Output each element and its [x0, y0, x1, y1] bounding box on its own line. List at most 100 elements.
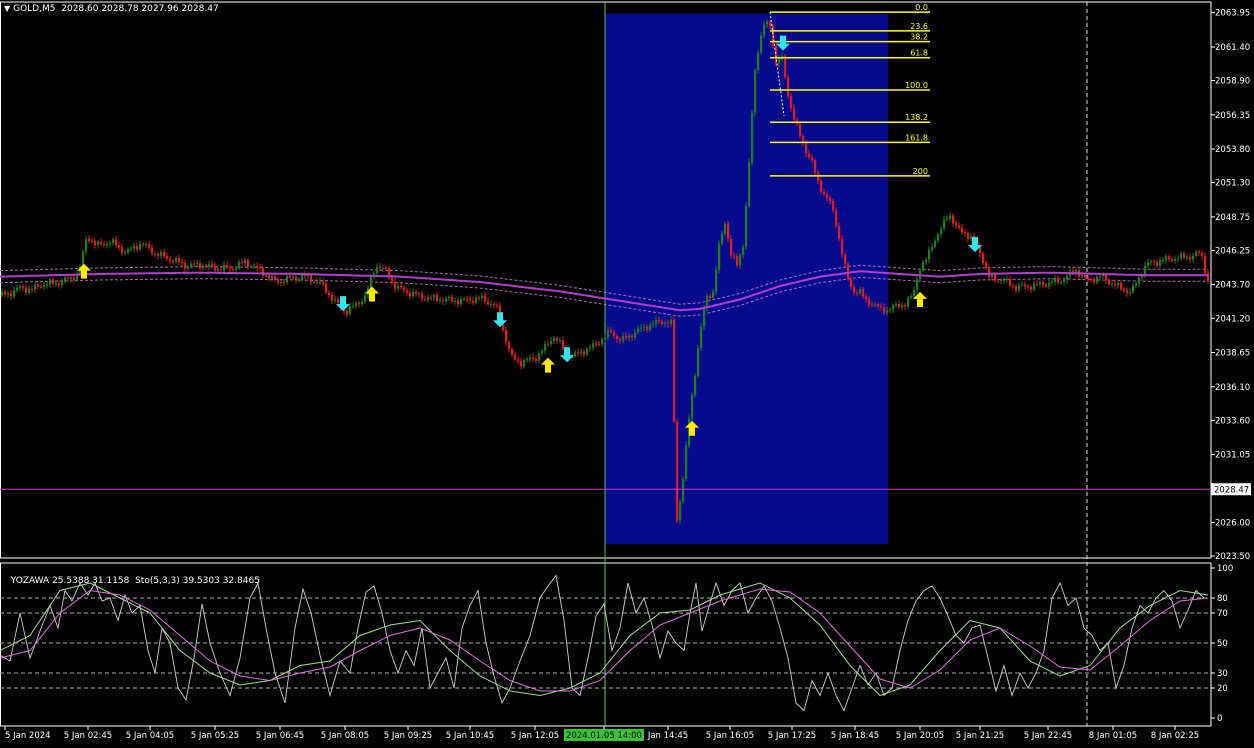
- candle-body: [865, 296, 868, 300]
- candle-body: [277, 279, 280, 283]
- candle-body: [769, 22, 772, 27]
- time-axis-label: 5 Jan 04:05: [126, 731, 174, 741]
- candle-body: [967, 233, 970, 239]
- candle-body: [787, 77, 790, 97]
- candle-body: [166, 256, 169, 259]
- candle-body: [505, 329, 508, 343]
- candle-body: [1057, 278, 1060, 283]
- candle-body: [916, 279, 919, 291]
- candle-body: [703, 308, 706, 327]
- candle-body: [346, 311, 349, 314]
- candle-body: [295, 276, 298, 280]
- candle-body: [1012, 285, 1015, 287]
- candle-body: [1009, 279, 1012, 286]
- price-axis-label: 2026.00: [1215, 518, 1250, 528]
- candle-body: [472, 300, 475, 303]
- candle-body: [1129, 292, 1132, 294]
- candle-body: [25, 287, 28, 293]
- candle-body: [1201, 252, 1204, 256]
- candle-body: [70, 277, 73, 279]
- candle-body: [634, 332, 637, 338]
- candle-body: [1195, 251, 1198, 256]
- candle-body: [133, 246, 136, 249]
- candle-body: [397, 285, 400, 289]
- candle-body: [655, 319, 658, 324]
- candle-body: [172, 260, 175, 262]
- candle-body: [793, 108, 796, 120]
- candle-body: [1045, 285, 1048, 287]
- time-axis-label: 5 Jan 02:45: [64, 731, 112, 741]
- candle-body: [55, 283, 58, 285]
- candle-body: [943, 219, 946, 229]
- time-axis-label: 5 Jan 22:45: [1024, 731, 1072, 741]
- candle-body: [1165, 256, 1168, 261]
- candle-body: [244, 260, 247, 263]
- symbol-header[interactable]: ▼ GOLD,M5 2028.60 2028.78 2027.96 2028.47: [4, 4, 219, 14]
- candle-body: [487, 301, 490, 305]
- candle-body: [4, 291, 7, 295]
- candle-body: [670, 319, 673, 324]
- candle-body: [1033, 283, 1036, 290]
- candle-body: [13, 290, 16, 297]
- candle-body: [883, 307, 886, 313]
- candle-body: [1147, 262, 1150, 266]
- trading-chart[interactable]: 0.0 23.6 38.2 61.8 100.0 138.2 161.8 200 2028.47…: [0, 0, 1254, 744]
- candle-body: [424, 298, 427, 300]
- candle-body: [562, 340, 565, 349]
- candle-body: [955, 223, 958, 226]
- candle-body: [151, 247, 154, 254]
- candle-body: [337, 299, 340, 304]
- current-price-label: 2028.47: [1214, 486, 1249, 496]
- candle-body: [841, 238, 844, 255]
- candle-body: [403, 287, 406, 291]
- candle-body: [625, 336, 628, 338]
- candle-body: [58, 283, 61, 286]
- candle-body: [154, 253, 157, 255]
- candle-body: [622, 336, 625, 341]
- candle-body: [379, 266, 382, 269]
- chart-canvas[interactable]: 0.023.638.261.8100.0138.2161.82002028.47…: [0, 0, 1254, 744]
- candle-body: [253, 266, 256, 268]
- candle-body: [442, 300, 445, 302]
- candle-body: [349, 306, 352, 314]
- candle-body: [319, 281, 322, 283]
- candle-body: [91, 240, 94, 242]
- candle-body: [205, 265, 208, 267]
- price-axis-label: 2058.90: [1215, 77, 1250, 87]
- time-axis-label: 5 Jan 21:25: [956, 731, 1004, 741]
- candle-body: [547, 343, 550, 345]
- candle-body: [1102, 274, 1105, 277]
- candle-body: [115, 239, 118, 246]
- candle-body: [526, 359, 529, 361]
- candle-body: [400, 285, 403, 288]
- candle-body: [37, 284, 40, 287]
- candle-body: [1051, 281, 1054, 283]
- candle-body: [1204, 255, 1207, 274]
- candle-body: [1126, 290, 1129, 294]
- price-axis-label: 2063.95: [1215, 9, 1250, 19]
- candle-body: [118, 245, 121, 248]
- candle-body: [895, 304, 898, 306]
- candle-body: [1192, 255, 1195, 260]
- candle-body: [871, 304, 874, 306]
- candle-body: [112, 239, 115, 244]
- candle-body: [652, 323, 655, 325]
- candle-body: [826, 194, 829, 198]
- candle-body: [280, 281, 283, 283]
- candle-body: [886, 310, 889, 313]
- candle-body: [22, 286, 25, 288]
- candle-body: [376, 266, 379, 274]
- candle-body: [667, 322, 670, 324]
- candle-body: [235, 268, 238, 270]
- candle-body: [259, 267, 262, 269]
- candle-body: [1150, 261, 1153, 263]
- candle-body: [517, 359, 520, 362]
- candle-body: [1183, 253, 1186, 258]
- candle-body: [595, 343, 598, 345]
- candle-body: [835, 210, 838, 227]
- fib-level-label: 138.2: [905, 113, 928, 122]
- candle-body: [181, 262, 184, 264]
- symbol-menu-icon[interactable]: ▼: [4, 4, 10, 13]
- candle-body: [736, 256, 739, 266]
- candle-body: [268, 275, 271, 279]
